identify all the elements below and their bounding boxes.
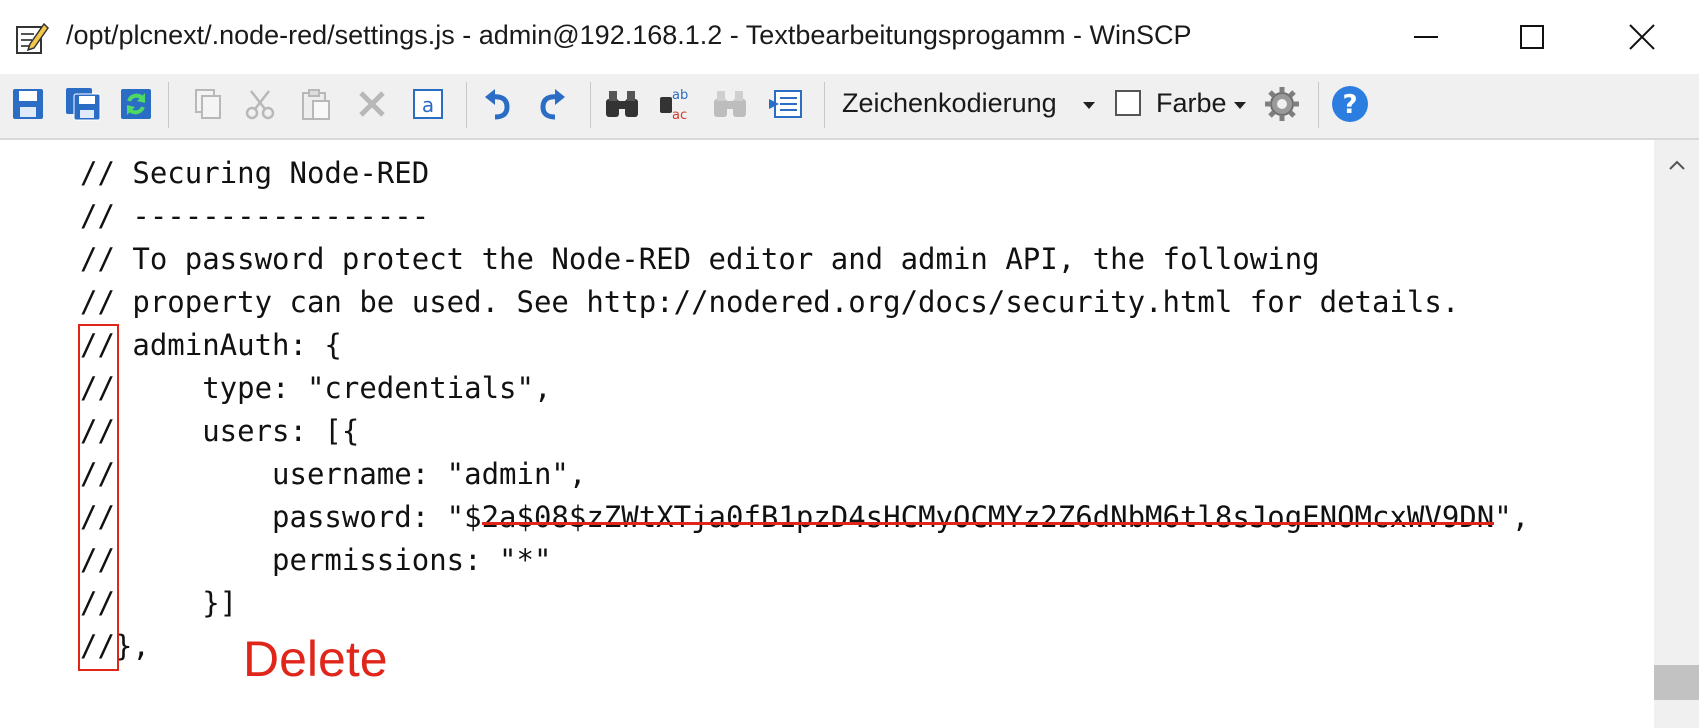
copy-button[interactable] [188, 84, 228, 124]
paste-icon [302, 89, 330, 120]
separator [824, 82, 825, 128]
vertical-scrollbar[interactable] [1654, 140, 1699, 728]
cut-button[interactable] [240, 84, 280, 124]
close-button[interactable] [1612, 10, 1672, 64]
password-suffix: ", [1494, 500, 1530, 534]
highlight-box [78, 324, 119, 671]
reload-icon [121, 89, 151, 119]
code-line-password: // password: "$2a$08$zZWtXTja0fB1pzD4sHC… [80, 496, 1529, 539]
save-icon [13, 89, 43, 119]
gear-icon [1265, 87, 1299, 121]
password-prefix: // password: "$ [80, 500, 482, 534]
title-bar: /opt/plcnext/.node-red/settings.js - adm… [0, 0, 1699, 74]
settings-button[interactable] [1262, 84, 1302, 124]
separator [466, 82, 467, 128]
binoculars-icon [606, 91, 638, 117]
separator [168, 82, 169, 128]
replace-icon: ab ac [660, 88, 688, 123]
text-editor-icon [14, 20, 50, 56]
svg-text:?: ? [1342, 90, 1357, 120]
select-all-button[interactable]: a [408, 84, 448, 124]
save-button[interactable] [8, 84, 48, 124]
separator [590, 82, 591, 128]
chevron-down-icon [1234, 102, 1246, 109]
minimize-icon [1414, 36, 1438, 38]
svg-text:ab: ab [672, 88, 688, 103]
code-line: // To password protect the Node-RED edit… [80, 242, 1320, 276]
scissors-icon [245, 90, 275, 120]
delete-x-icon [359, 91, 385, 117]
color-checkbox[interactable] [1115, 90, 1141, 116]
color-menu[interactable]: Farbe [1156, 88, 1227, 119]
reload-button[interactable] [116, 84, 156, 124]
toolbar: a ab ac Zeichenkodierung Farbe ? [0, 74, 1699, 140]
code-line: // users: [{ [80, 414, 360, 448]
svg-text:ac: ac [672, 108, 687, 123]
find-next-icon [714, 91, 746, 117]
struck-password-hash: 2a$08$zZWtXTja0fB1pzD4sHCMyOCMYz2Z6dNbM6… [481, 500, 1495, 534]
scroll-up-button[interactable] [1654, 150, 1699, 180]
delete-button[interactable] [352, 84, 392, 124]
copy-icon [195, 89, 221, 119]
undo-button[interactable] [478, 84, 518, 124]
code-line: // permissions: "*" [80, 543, 552, 577]
separator [1318, 82, 1319, 128]
window-title: /opt/plcnext/.node-red/settings.js - adm… [66, 20, 1192, 50]
select-all-icon: a [413, 89, 443, 119]
code-line: // property can be used. See http://node… [80, 285, 1460, 319]
close-icon [1629, 24, 1655, 50]
help-button[interactable]: ? [1330, 84, 1370, 124]
code-line: // ----------------- [80, 199, 430, 233]
code-line: // username: "admin", [80, 457, 587, 491]
save-all-icon [66, 88, 101, 121]
encoding-menu[interactable]: Zeichenkodierung [842, 88, 1057, 119]
redo-icon [540, 89, 565, 120]
paste-button[interactable] [296, 84, 336, 124]
help-icon: ? [1332, 86, 1368, 122]
code-line: // Securing Node-RED [80, 156, 430, 190]
code-line: // type: "credentials", [80, 371, 552, 405]
minimize-button[interactable] [1396, 10, 1456, 64]
redo-button[interactable] [532, 84, 572, 124]
maximize-button[interactable] [1502, 10, 1562, 64]
goto-line-button[interactable] [766, 84, 806, 124]
delete-annotation: Delete [243, 631, 388, 687]
save-all-button[interactable] [63, 84, 103, 124]
maximize-icon [1520, 25, 1544, 49]
goto-line-icon [769, 90, 802, 118]
code-line: // adminAuth: { [80, 328, 342, 362]
undo-icon [485, 89, 510, 120]
chevron-down-icon [1083, 102, 1095, 109]
find-next-button[interactable] [710, 84, 750, 124]
replace-button[interactable]: ab ac [656, 84, 696, 124]
chevron-up-icon [1668, 160, 1685, 170]
find-button[interactable] [602, 84, 642, 124]
scrollbar-thumb[interactable] [1654, 665, 1699, 700]
svg-text:a: a [422, 93, 434, 117]
